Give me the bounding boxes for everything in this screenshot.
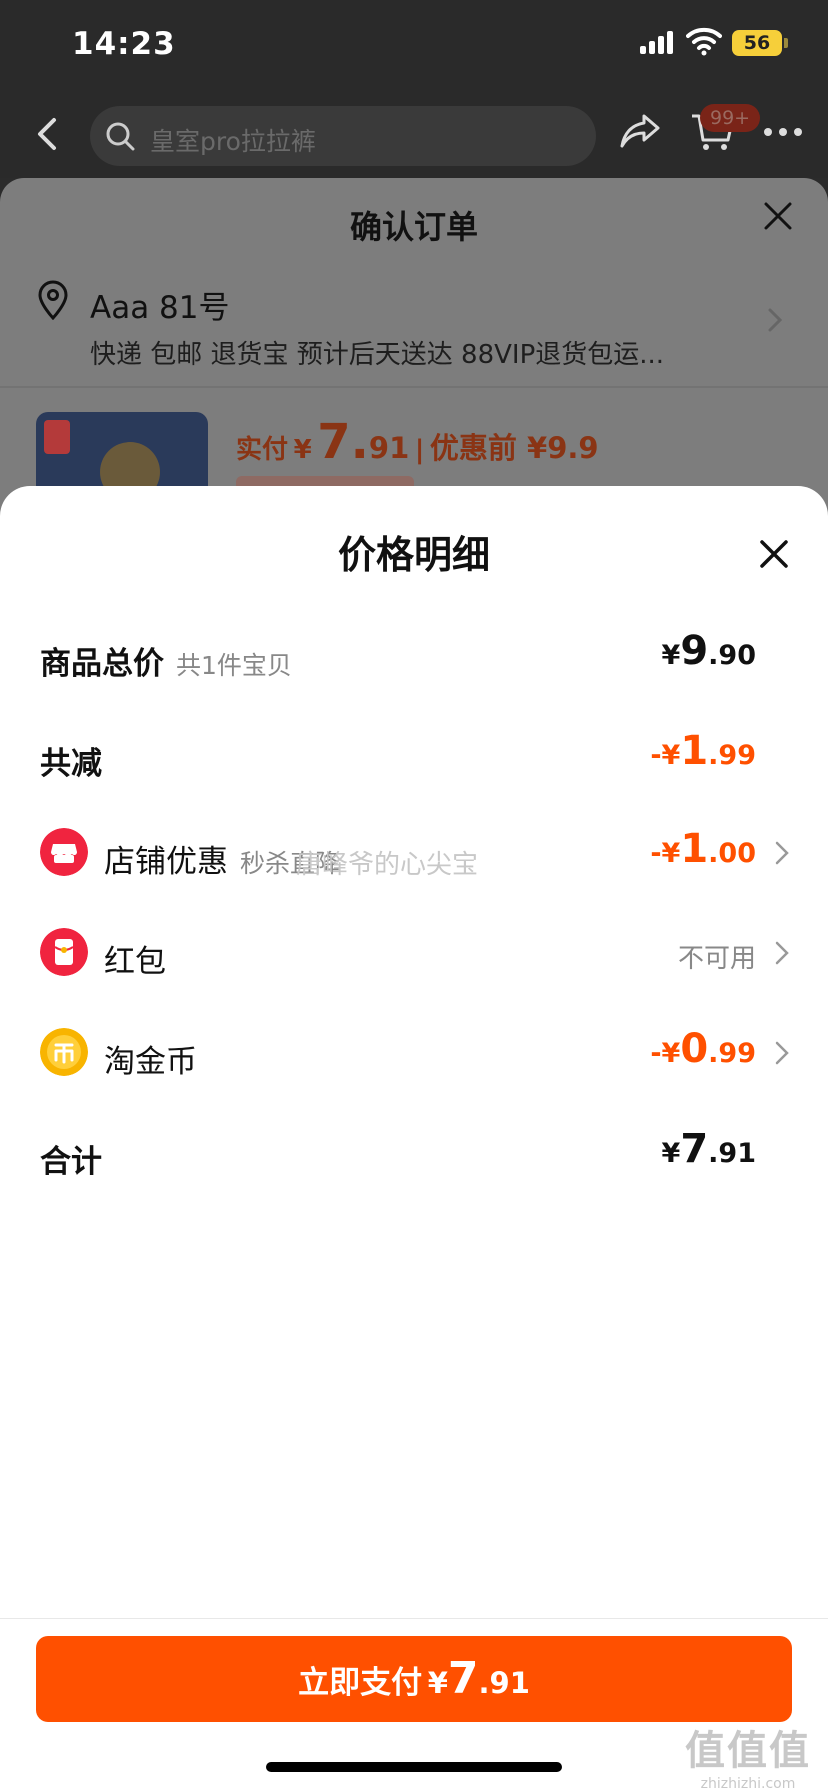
top-nav: 皇室pro拉拉裤 99+ bbox=[0, 92, 828, 178]
delivery-info[interactable]: 快递 包邮 退货宝 预计后天送达 88VIP退货包运... bbox=[90, 334, 664, 371]
search-input[interactable]: 皇室pro拉拉裤 bbox=[90, 106, 596, 166]
chevron-right-icon[interactable] bbox=[774, 1040, 790, 1066]
battery-tip bbox=[784, 38, 788, 48]
chevron-right-icon[interactable] bbox=[774, 940, 790, 966]
price-detail-title: 价格明细 bbox=[337, 533, 490, 577]
total-label: 合计 bbox=[40, 1144, 102, 1180]
pay-int: 7 bbox=[447, 1653, 479, 1704]
shop-int: 1 bbox=[680, 826, 709, 872]
watermark-logo-text: 值值值 bbox=[685, 1728, 811, 1774]
brand-badge bbox=[44, 420, 70, 454]
search-icon bbox=[106, 122, 135, 151]
shop-discount-amount[interactable]: -¥1.00 bbox=[650, 826, 756, 872]
divider bbox=[0, 386, 828, 388]
back-arrow-icon[interactable] bbox=[32, 114, 62, 154]
subtotal-amount: ¥9.90 bbox=[662, 628, 756, 674]
paid-dec: 91 bbox=[368, 431, 410, 465]
share-icon[interactable] bbox=[618, 108, 662, 152]
status-bar: 14:23 56 bbox=[0, 0, 828, 92]
item-count: 共1件宝贝 bbox=[176, 651, 292, 680]
pay-dec: .91 bbox=[478, 1666, 530, 1700]
pay-now-button[interactable]: 立即支付 ¥7.91 bbox=[36, 1636, 792, 1722]
order-close-icon[interactable] bbox=[762, 200, 794, 232]
status-time: 14:23 bbox=[72, 26, 176, 62]
total-int: 7 bbox=[680, 1126, 709, 1172]
tao-coin-amount[interactable]: -¥0.99 bbox=[650, 1026, 756, 1072]
price-detail-sheet: 价格明细 商品总价 共1件宝贝 ¥9.90 共减 -¥1.99 店铺优惠 秒杀直降 … bbox=[0, 486, 828, 1792]
home-indicator[interactable] bbox=[266, 1762, 562, 1772]
address-name[interactable]: Aaa 81号 bbox=[90, 282, 230, 327]
paid-label: 实付 bbox=[236, 435, 289, 465]
chevron-right-icon[interactable] bbox=[774, 840, 790, 866]
total-currency: ¥ bbox=[661, 1138, 681, 1169]
total-dec: .91 bbox=[708, 1138, 756, 1169]
paid-int: 7. bbox=[317, 414, 369, 470]
shop-dec: .00 bbox=[708, 838, 756, 869]
coin-currency: -¥ bbox=[650, 1038, 681, 1069]
watermark-url: zhizhizhi.com bbox=[700, 1776, 796, 1792]
discount-amount: -¥1.99 bbox=[650, 728, 756, 774]
search-placeholder: 皇室pro拉拉裤 bbox=[150, 127, 316, 156]
discount-currency: -¥ bbox=[650, 740, 681, 771]
subtotal-currency: ¥ bbox=[661, 640, 681, 671]
discount-label: 共减 bbox=[40, 746, 102, 782]
total-amount: ¥7.91 bbox=[662, 1126, 756, 1172]
subtotal-label-text: 商品总价 bbox=[40, 646, 164, 682]
red-packet-icon bbox=[40, 928, 88, 976]
pay-label: 立即支付 bbox=[298, 1665, 423, 1701]
site-watermark: 值值值 zhizhizhi.com bbox=[680, 1718, 816, 1792]
order-sheet: 确认订单 Aaa 81号 快递 包邮 退货宝 预计后天送达 88VIP退货包运.… bbox=[0, 178, 828, 532]
shop-currency: -¥ bbox=[650, 838, 681, 869]
price-separator: | bbox=[414, 435, 425, 465]
discount-dec: .99 bbox=[708, 740, 756, 771]
more-icon[interactable] bbox=[764, 128, 804, 138]
red-packet-status[interactable]: 不可用 bbox=[678, 938, 756, 975]
shop-discount-label-text: 店铺优惠 bbox=[104, 844, 228, 880]
wifi-icon bbox=[686, 27, 722, 56]
subtotal-label: 商品总价 共1件宝贝 bbox=[40, 638, 292, 683]
location-pin-icon bbox=[38, 280, 68, 320]
tao-coin-label[interactable]: 淘金币 bbox=[104, 1036, 197, 1081]
original-price: 优惠前 ¥9.9 bbox=[429, 431, 599, 465]
red-packet-label[interactable]: 红包 bbox=[104, 936, 166, 981]
close-icon[interactable] bbox=[758, 538, 790, 570]
paid-currency: ¥ bbox=[293, 435, 312, 465]
watermark: 唐峰爷的心尖宝 bbox=[296, 850, 479, 880]
cellular-signal-icon bbox=[640, 30, 674, 54]
battery-icon: 56 bbox=[732, 30, 782, 56]
coin-int: 0 bbox=[680, 1026, 709, 1072]
chevron-right-icon[interactable] bbox=[766, 306, 784, 334]
discount-int: 1 bbox=[680, 728, 709, 774]
pay-currency: ¥ bbox=[427, 1666, 448, 1700]
coin-icon bbox=[40, 1028, 88, 1076]
paid-price: 实付 ¥ 7.91 | 优惠前 ¥9.9 bbox=[236, 414, 599, 470]
subtotal-dec: .90 bbox=[708, 640, 756, 671]
shop-icon bbox=[40, 828, 88, 876]
order-title: 确认订单 bbox=[349, 208, 478, 246]
subtotal-int: 9 bbox=[680, 628, 709, 674]
coin-dec: .99 bbox=[708, 1038, 756, 1069]
divider bbox=[0, 1618, 828, 1619]
cart-badge: 99+ bbox=[700, 104, 761, 132]
